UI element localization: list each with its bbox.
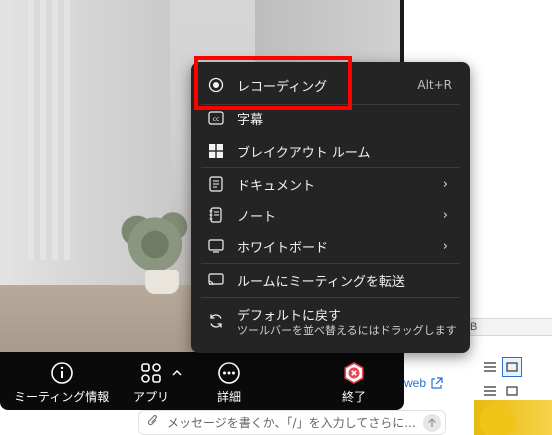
menu-divider — [201, 263, 460, 264]
apps-button[interactable]: アプリ — [133, 360, 169, 405]
menu-item-breakout-rooms[interactable]: ブレイクアウト ルーム — [191, 140, 470, 162]
apps-caret-button[interactable] — [172, 366, 182, 380]
menu-item-notes[interactable]: ノート › — [191, 204, 470, 226]
menu-item-reset-default-sublabel: ツールバーを並べ替えるにはドラッグします — [237, 324, 457, 337]
menu-item-transfer-to-room-label: ルームにミーティングを転送 — [237, 274, 405, 290]
grid-view-button-2[interactable] — [502, 381, 522, 401]
tile-view-icon — [506, 362, 518, 372]
tile-view-icon — [506, 386, 518, 396]
side-panel-tab[interactable]: B — [466, 318, 552, 336]
video-vase — [145, 270, 179, 294]
end-call-icon — [344, 362, 364, 384]
send-button[interactable] — [423, 414, 441, 432]
notes-icon — [207, 206, 225, 224]
arrow-up-icon — [428, 418, 436, 427]
more-button[interactable]: 詳細 — [217, 360, 241, 405]
menu-item-notes-label: ノート — [237, 209, 277, 225]
chevron-right-icon: › — [442, 207, 448, 223]
attachment-icon[interactable] — [147, 414, 159, 432]
chat-input[interactable]: メッセージを書くか、「/」を入力してさらに... — [138, 410, 446, 435]
menu-divider — [201, 297, 460, 298]
menu-item-breakout-rooms-label: ブレイクアウト ルーム — [237, 145, 371, 161]
reset-icon — [207, 312, 225, 330]
list-view-button-2[interactable] — [480, 381, 500, 401]
menu-item-reset-default[interactable]: デフォルトに戻す ツールバーを並べ替えるにはドラッグします — [191, 305, 470, 339]
grid-view-button[interactable] — [502, 357, 522, 377]
menu-item-whiteboard-label: ホワイトボード — [237, 240, 329, 256]
chevron-up-icon — [172, 369, 182, 376]
highlight-annotation — [194, 56, 352, 110]
meeting-info-label: ミーティング情報 — [14, 390, 110, 404]
menu-item-document-label: ドキュメント — [237, 178, 316, 194]
chevron-right-icon: › — [442, 176, 448, 192]
menu-item-captions-label: 字幕 — [237, 112, 264, 128]
menu-divider — [201, 167, 460, 168]
web-link[interactable]: web — [404, 376, 443, 390]
meeting-toolbar: ミーティング情報 アプリ 詳細 終了 — [0, 352, 404, 410]
breakout-rooms-icon — [207, 142, 225, 160]
web-link-label: web — [404, 376, 427, 390]
apps-icon — [141, 363, 161, 383]
video-curtain — [28, 0, 76, 260]
menu-item-captions[interactable]: cc 字幕 — [191, 108, 470, 128]
external-link-icon — [431, 376, 443, 389]
more-icon — [218, 362, 240, 384]
end-meeting-label: 終了 — [342, 390, 367, 404]
apps-label: アプリ — [133, 390, 170, 404]
info-icon — [50, 362, 73, 384]
list-view-icon — [484, 362, 496, 372]
meeting-info-button[interactable]: ミーティング情報 — [14, 360, 109, 405]
list-view-icon — [484, 386, 496, 396]
document-icon — [207, 175, 225, 193]
list-view-button[interactable] — [480, 357, 500, 377]
whiteboard-icon — [207, 237, 225, 255]
transfer-to-room-icon — [207, 271, 225, 289]
svg-text:cc: cc — [213, 116, 220, 123]
shared-image-thumbnail[interactable] — [474, 400, 552, 435]
menu-item-document[interactable]: ドキュメント › — [191, 173, 470, 195]
more-label: 詳細 — [217, 390, 242, 404]
chevron-right-icon: › — [442, 238, 448, 254]
menu-item-whiteboard[interactable]: ホワイトボード › — [191, 235, 470, 257]
captions-icon: cc — [207, 109, 225, 127]
menu-item-transfer-to-room[interactable]: ルームにミーティングを転送 — [191, 269, 470, 291]
recording-shortcut: Alt+R — [417, 78, 452, 92]
chat-input-placeholder: メッセージを書くか、「/」を入力してさらに... — [167, 416, 416, 430]
end-meeting-button[interactable]: 終了 — [342, 360, 366, 405]
